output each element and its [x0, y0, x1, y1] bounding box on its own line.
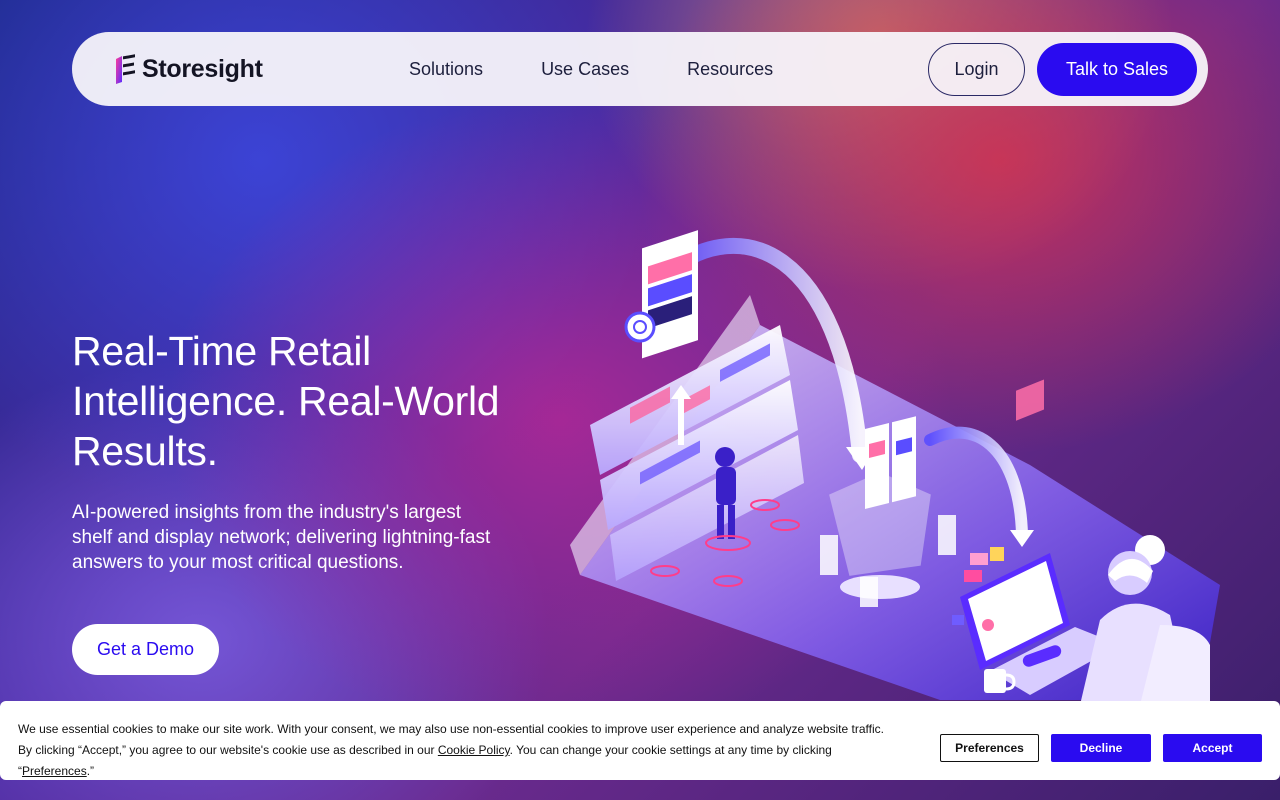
brand-logo[interactable]: Storesight — [114, 54, 263, 84]
login-button[interactable]: Login — [928, 43, 1025, 96]
hero-subtitle: AI-powered insights from the industry's … — [72, 502, 491, 573]
cookie-policy-link[interactable]: Cookie Policy — [438, 743, 510, 757]
preferences-link[interactable]: Preferences — [22, 764, 87, 778]
storesight-logo-icon — [116, 54, 135, 84]
hero-title-line: Real-Time Retail — [72, 328, 371, 374]
nav-link-resources[interactable]: Resources — [687, 59, 773, 80]
cookie-banner: We use essential cookies to make our sit… — [0, 701, 1280, 780]
nav-links: Solutions Use Cases Resources — [409, 59, 831, 80]
cookie-preferences-button[interactable]: Preferences — [940, 734, 1039, 762]
cookie-accept-button[interactable]: Accept — [1163, 734, 1262, 762]
retail-shelf-analytics-illustration — [570, 230, 1220, 705]
cookie-decline-button[interactable]: Decline — [1051, 734, 1151, 762]
hero-title: Real-Time Retail Intelligence. Real-Worl… — [72, 326, 542, 476]
get-demo-button[interactable]: Get a Demo — [72, 624, 219, 675]
nav-link-solutions[interactable]: Solutions — [409, 59, 483, 80]
cookie-message: We use essential cookies to make our sit… — [18, 719, 898, 782]
cookie-text-part: .” — [86, 764, 95, 778]
top-navigation: Storesight Solutions Use Cases Resources… — [72, 32, 1208, 106]
hero-title-line: Results. — [72, 428, 218, 474]
brand-name: Storesight — [142, 54, 263, 83]
nav-link-use-cases[interactable]: Use Cases — [541, 59, 629, 80]
talk-to-sales-button[interactable]: Talk to Sales — [1037, 43, 1197, 96]
hero-title-line: Intelligence. Real-World — [72, 378, 500, 424]
